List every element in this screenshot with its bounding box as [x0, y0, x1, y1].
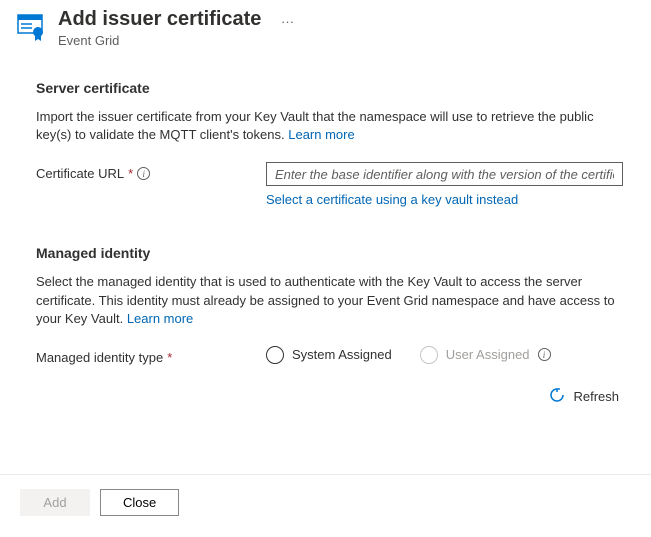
radio-icon — [266, 346, 284, 364]
select-certificate-link[interactable]: Select a certificate using a key vault i… — [266, 192, 623, 207]
certificate-url-input[interactable] — [266, 162, 623, 186]
close-button[interactable]: Close — [100, 489, 179, 516]
certificate-url-row: Certificate URL * i Select a certificate… — [36, 162, 623, 207]
system-assigned-radio[interactable]: System Assigned — [266, 346, 392, 364]
info-icon[interactable]: i — [137, 167, 150, 180]
refresh-button[interactable]: Refresh — [549, 387, 619, 406]
footer-actions: Add Close — [0, 474, 651, 530]
page-header: Add issuer certificate ··· Event Grid — [0, 0, 651, 56]
server-certificate-heading: Server certificate — [36, 80, 623, 96]
managed-identity-type-label: Managed identity type * — [36, 346, 266, 365]
content-area: Server certificate Import the issuer cer… — [0, 56, 651, 426]
managed-identity-type-row: Managed identity type * System Assigned … — [36, 346, 623, 365]
info-icon[interactable]: i — [538, 348, 551, 361]
managed-identity-description: Select the managed identity that is used… — [36, 273, 623, 328]
required-asterisk: * — [128, 166, 133, 181]
managed-identity-heading: Managed identity — [36, 245, 623, 261]
user-assigned-radio: User Assigned i — [420, 346, 551, 364]
page-subtitle: Event Grid — [58, 33, 294, 48]
server-certificate-description: Import the issuer certificate from your … — [36, 108, 623, 144]
page-title: Add issuer certificate — [58, 8, 261, 31]
identity-type-radio-group: System Assigned User Assigned i — [266, 346, 623, 364]
required-asterisk: * — [167, 350, 172, 365]
certificate-icon — [16, 12, 46, 45]
add-button: Add — [20, 489, 90, 516]
more-options-icon[interactable]: ··· — [281, 14, 294, 29]
radio-icon — [420, 346, 438, 364]
server-cert-learn-more-link[interactable]: Learn more — [288, 127, 354, 142]
refresh-icon — [549, 387, 565, 406]
certificate-url-label: Certificate URL * i — [36, 162, 266, 181]
managed-identity-learn-more-link[interactable]: Learn more — [127, 311, 193, 326]
